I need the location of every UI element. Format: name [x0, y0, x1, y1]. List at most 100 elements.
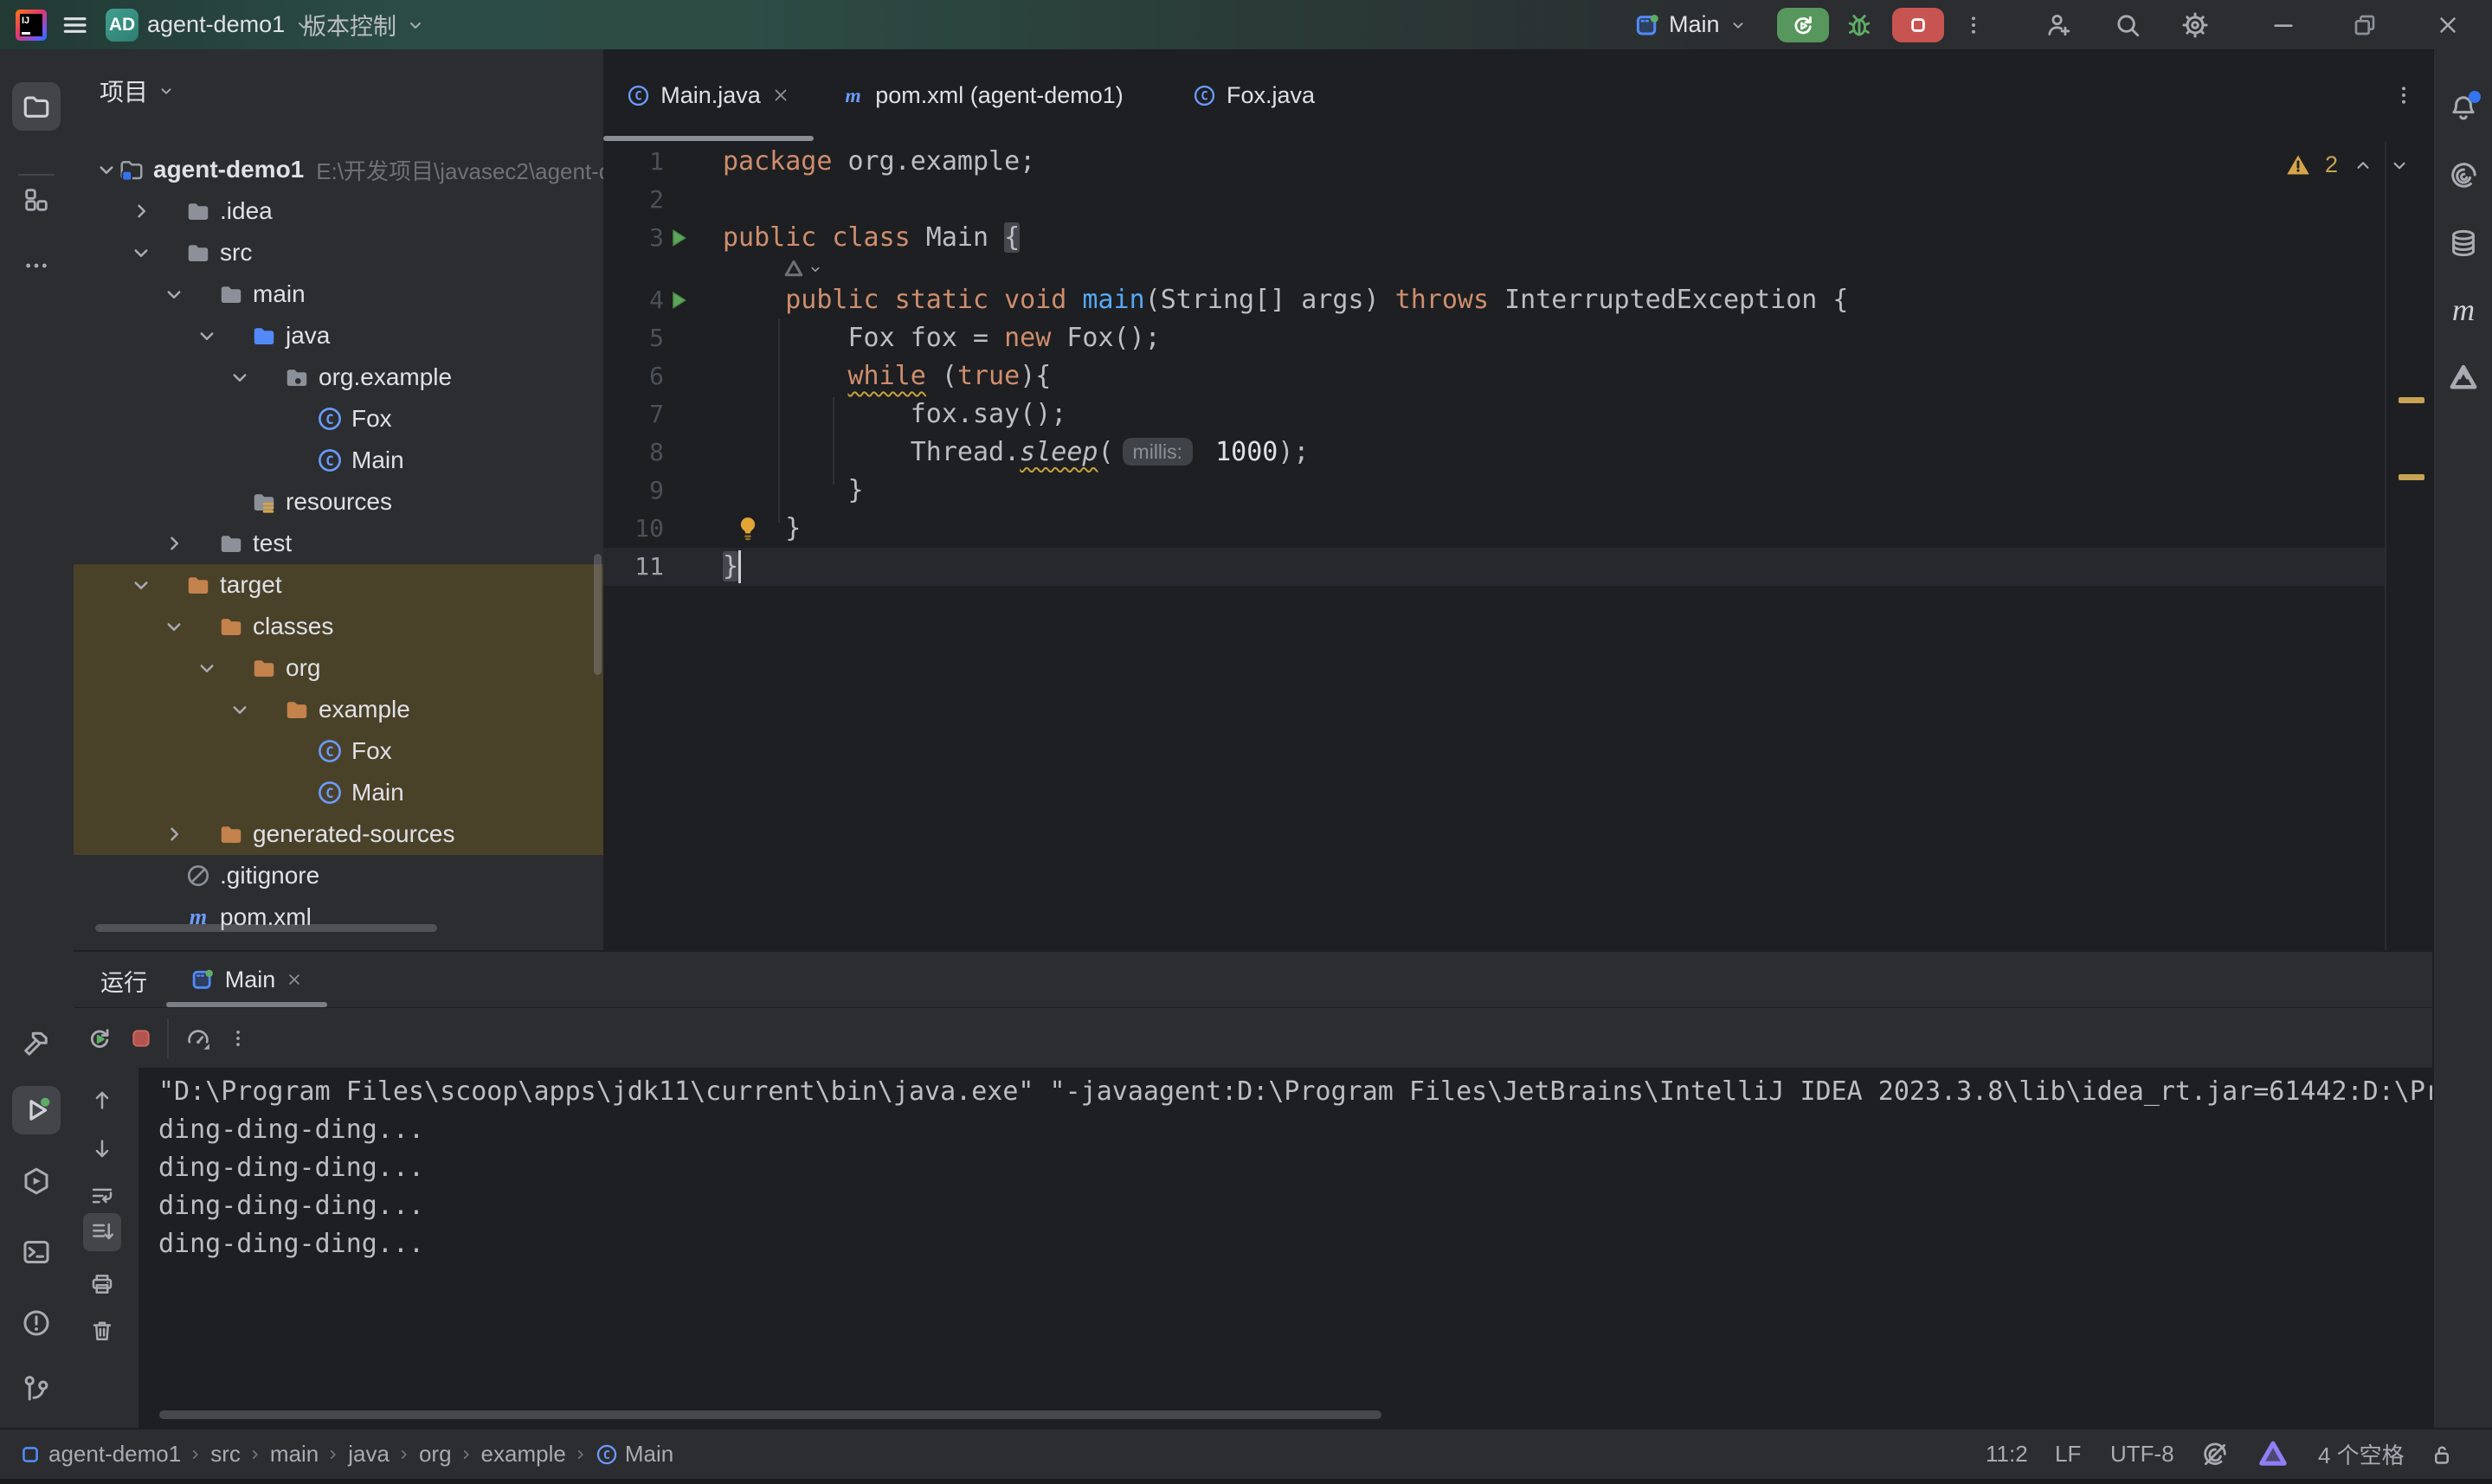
project-widget[interactable]: AD agent-demo1	[106, 0, 314, 49]
tree-node-target[interactable]: target	[74, 564, 603, 606]
plugin-status-button[interactable]	[2257, 1429, 2289, 1479]
vcs-widget[interactable]: 版本控制	[303, 0, 426, 49]
code-with-me-button[interactable]	[2041, 10, 2076, 41]
chevron-up-icon[interactable]	[2352, 154, 2374, 177]
tool-ai-assistant-button[interactable]	[2444, 157, 2482, 195]
editor-tab-pom-xml-agent-demo1-[interactable]: mpom.xml (agent-demo1)	[814, 49, 1151, 141]
console[interactable]: "D:\Program Files\scoop\apps\jdk11\curre…	[74, 1068, 2432, 1429]
editor-tab-main-java[interactable]: CMain.java	[603, 49, 814, 141]
prev-occurrence-button[interactable]	[83, 1081, 121, 1119]
stop-process-button[interactable]	[122, 1019, 160, 1057]
tree-node--idea[interactable]: .idea	[74, 190, 603, 232]
main-menu-button[interactable]	[61, 0, 88, 49]
code-line-9[interactable]: 9 }	[603, 472, 2385, 510]
breadcrumb-item-main[interactable]: main	[270, 1441, 319, 1468]
tree-node-org[interactable]: org	[74, 647, 603, 689]
rerun-button[interactable]	[80, 1019, 119, 1057]
code-line-3[interactable]: 3public class Main {	[603, 219, 2385, 257]
minimize-button[interactable]	[2266, 10, 2301, 41]
gutter-line-3[interactable]: 3	[603, 219, 723, 257]
ai-assistant-status-button[interactable]	[2200, 1429, 2230, 1479]
chevron-down-icon[interactable]	[194, 655, 220, 681]
chevron-down-icon[interactable]	[227, 697, 253, 723]
tree-vertical-scrollbar[interactable]	[594, 554, 602, 675]
intention-bulb-icon[interactable]	[733, 514, 763, 543]
tree-node-generated-sources[interactable]: generated-sources	[74, 813, 603, 855]
tree-node-fox[interactable]: CFox	[74, 730, 603, 772]
ai-inlay-hint[interactable]	[603, 257, 2385, 281]
gutter-line-8[interactable]: 8	[603, 434, 723, 472]
tool-more-button[interactable]	[17, 247, 55, 285]
chevron-right-icon[interactable]	[161, 530, 187, 556]
tool-project-button[interactable]	[12, 82, 61, 131]
project-view-selector[interactable]: 项目	[100, 74, 176, 108]
breadcrumb-item-example[interactable]: example	[481, 1441, 566, 1468]
warning-stripe-mark[interactable]	[2399, 397, 2424, 403]
tree-node-main[interactable]: CMain	[74, 772, 603, 813]
debug-button[interactable]	[1840, 9, 1878, 42]
chevron-down-icon[interactable]	[161, 281, 187, 307]
run-gutter-icon[interactable]	[666, 287, 692, 313]
clear-console-button[interactable]	[83, 1312, 121, 1350]
console-output[interactable]: "D:\Program Files\scoop\apps\jdk11\curre…	[138, 1068, 2432, 1429]
scroll-to-end-button[interactable]	[83, 1213, 121, 1251]
code-line-6[interactable]: 6 while (true){	[603, 357, 2385, 395]
stop-button[interactable]	[1892, 8, 1944, 42]
chevron-down-icon[interactable]	[128, 572, 154, 598]
code-line-8[interactable]: 8 Thread.sleep(millis: 1000);	[603, 434, 2385, 472]
tool-build-button[interactable]	[17, 1025, 55, 1063]
gutter-line-2[interactable]: 2	[603, 181, 723, 219]
search-everywhere-button[interactable]	[2110, 10, 2145, 41]
tree-node-fox[interactable]: CFox	[74, 398, 603, 440]
encoding-widget[interactable]: UTF-8	[2110, 1429, 2174, 1479]
breadcrumb-item-main[interactable]: CMain	[596, 1441, 673, 1468]
tree-node-org-example[interactable]: org.example	[74, 357, 603, 398]
close-icon[interactable]	[771, 86, 790, 105]
tree-node-agent-demo1[interactable]: agent-demo1E:\开发项目\javasec2\agent-demo1	[74, 149, 603, 190]
console-more-button[interactable]	[222, 1019, 254, 1057]
tree-node-classes[interactable]: classes	[74, 606, 603, 647]
gutter-line-1[interactable]: 1	[603, 143, 723, 181]
chevron-down-icon[interactable]	[128, 240, 154, 266]
chevron-down-icon[interactable]	[227, 364, 253, 390]
gutter-line-5[interactable]: 5	[603, 319, 723, 357]
more-actions-button[interactable]	[1958, 10, 1989, 40]
tree-node-resources[interactable]: resources	[74, 481, 603, 523]
gutter-line-10[interactable]: 10	[603, 510, 723, 548]
chevron-down-icon[interactable]	[93, 157, 119, 183]
tree-node-test[interactable]: test	[74, 523, 603, 564]
tree-node-main[interactable]: main	[74, 273, 603, 315]
profiler-button[interactable]	[179, 1019, 217, 1057]
editor-tab-fox-java[interactable]: CFox.java	[1151, 49, 1356, 141]
code-line-10[interactable]: 10 }	[603, 510, 2385, 548]
close-button[interactable]	[2431, 10, 2465, 41]
chevron-right-icon[interactable]	[161, 821, 187, 847]
gutter-line-7[interactable]: 7	[603, 395, 723, 434]
chevron-down-icon[interactable]	[2388, 154, 2411, 177]
inspections-widget[interactable]: 2	[2285, 151, 2411, 178]
breadcrumb-item-java[interactable]: java	[348, 1441, 390, 1468]
tree-node-java[interactable]: java	[74, 315, 603, 357]
gutter-line-6[interactable]: 6	[603, 357, 723, 395]
gutter-line-11[interactable]: 11	[603, 548, 723, 586]
tool-maven-button[interactable]: m	[2444, 292, 2482, 330]
tree-node-main[interactable]: CMain	[74, 440, 603, 481]
breadcrumb-item-agent-demo1[interactable]: agent-demo1	[19, 1441, 181, 1468]
code-line-1[interactable]: 1package org.example;	[603, 143, 2385, 181]
next-occurrence-button[interactable]	[83, 1130, 121, 1168]
gutter-line-4[interactable]: 4	[603, 281, 723, 319]
maximize-button[interactable]	[2347, 10, 2382, 41]
code-line-7[interactable]: 7 fox.say();	[603, 395, 2385, 434]
run-button[interactable]	[1777, 8, 1829, 42]
tree-horizontal-scrollbar[interactable]	[95, 924, 437, 932]
close-icon[interactable]	[286, 971, 303, 988]
caret-position-widget[interactable]: 11:2	[1986, 1429, 2028, 1479]
indent-widget[interactable]: 4 个空格	[2318, 1429, 2405, 1479]
tab-list-button[interactable]	[2388, 80, 2419, 110]
breadcrumb-item-src[interactable]: src	[210, 1441, 241, 1468]
readonly-toggle[interactable]	[2429, 1429, 2455, 1479]
code-editor[interactable]: 1package org.example;23public class Main…	[603, 141, 2432, 950]
notifications-button[interactable]	[2444, 89, 2482, 127]
console-horizontal-scrollbar[interactable]	[159, 1410, 1381, 1419]
line-separator-widget[interactable]: LF	[2055, 1429, 2081, 1479]
